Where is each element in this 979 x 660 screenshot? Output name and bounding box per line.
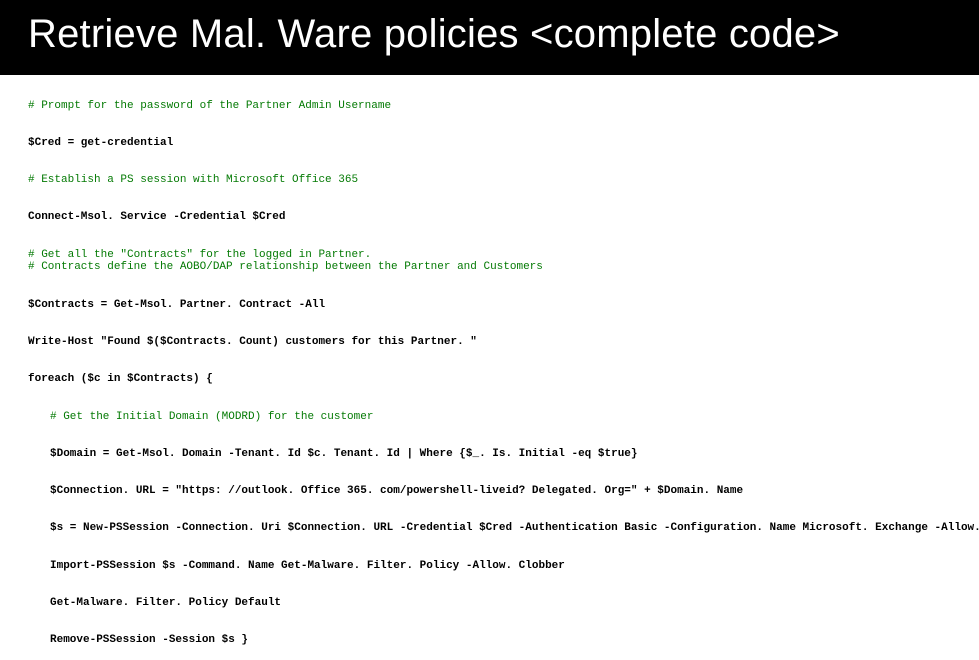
- code-comment: # Get the Initial Domain (MODRD) for the…: [50, 411, 373, 423]
- code-block: # Prompt for the password of the Partner…: [0, 75, 979, 660]
- code-line: $Connection. URL = "https: //outlook. Of…: [50, 485, 743, 497]
- slide: Retrieve Mal. Ware policies <complete co…: [0, 0, 979, 551]
- code-line: Write-Host "Found $($Contracts. Count) c…: [28, 336, 477, 348]
- code-line: $Domain = Get-Msol. Domain -Tenant. Id $…: [50, 448, 638, 460]
- code-line: $Contracts = Get-Msol. Partner. Contract…: [28, 299, 325, 311]
- code-line: foreach ($c in $Contracts) {: [28, 373, 213, 385]
- code-comment: # Establish a PS session with Microsoft …: [28, 174, 358, 186]
- code-comment: # Get all the "Contracts" for the logged…: [28, 249, 371, 261]
- code-line: Connect-Msol. Service -Credential $Cred: [28, 211, 285, 223]
- code-line: Remove-PSSession -Session $s }: [50, 634, 248, 646]
- code-comment: # Contracts define the AOBO/DAP relation…: [28, 261, 543, 273]
- code-line: $s = New-PSSession -Connection. Uri $Con…: [50, 522, 979, 534]
- code-comment: # Prompt for the password of the Partner…: [28, 100, 391, 112]
- slide-title: Retrieve Mal. Ware policies <complete co…: [0, 0, 979, 75]
- code-line: Get-Malware. Filter. Policy Default: [50, 597, 281, 609]
- code-line: Import-PSSession $s -Command. Name Get-M…: [50, 560, 565, 572]
- code-line: $Cred = get-credential: [28, 137, 173, 149]
